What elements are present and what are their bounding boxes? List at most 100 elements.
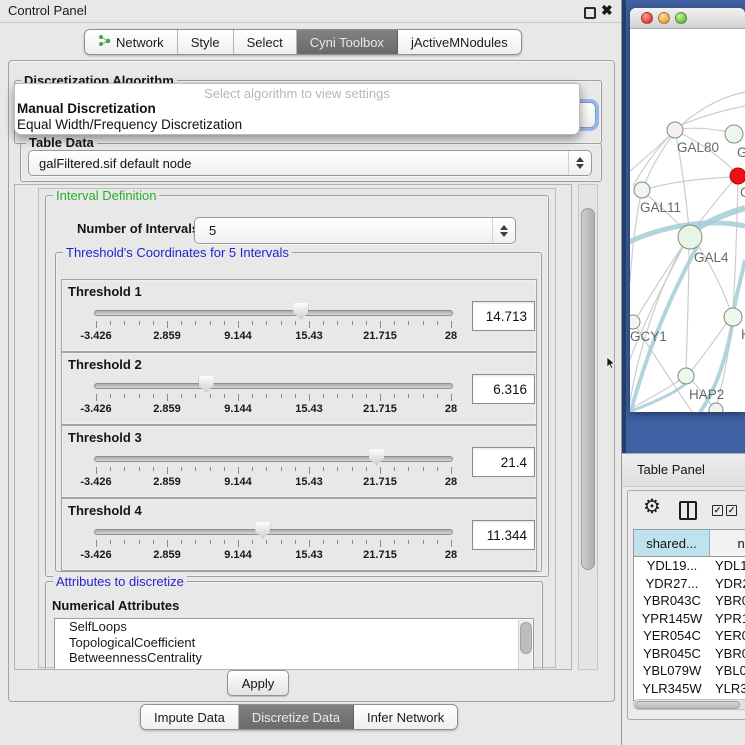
attributes-scrollbar[interactable]: [518, 620, 532, 670]
control-panel-titlebar: Control Panel ✖: [0, 0, 621, 23]
network-node-gal11[interactable]: [634, 182, 650, 198]
tick-mark: [195, 540, 196, 544]
tick-mark: [224, 467, 225, 471]
tick-mark: [295, 467, 296, 471]
threshold-value-field[interactable]: 6.316: [472, 374, 535, 404]
network-node[interactable]: [709, 403, 723, 412]
tick-mark: [366, 467, 367, 471]
network-canvas[interactable]: GAL80GAGGAL11GAL4GCY1HHAP2: [630, 28, 745, 412]
mac-close-icon[interactable]: [641, 12, 653, 24]
slider-thumb[interactable]: [293, 303, 308, 320]
network-node-gal4[interactable]: [678, 225, 702, 249]
table-row[interactable]: YER054CYER0: [634, 627, 745, 645]
tab-cyni-toolbox[interactable]: Cyni Toolbox: [297, 30, 398, 54]
table-row[interactable]: YPR145WYPR1: [634, 610, 745, 628]
slider-track[interactable]: [94, 529, 453, 535]
tab-style[interactable]: Style: [178, 30, 234, 54]
scrollbar-thumb[interactable]: [581, 208, 595, 570]
table-row[interactable]: YDR27...YDR2: [634, 575, 745, 593]
tick-mark: [210, 467, 211, 471]
table-row[interactable]: YBR043CYBR0: [634, 592, 745, 610]
table-horizontal-scrollbar[interactable]: [633, 699, 745, 710]
algorithm-dropdown-popup: Select algorithm to view settings Manual…: [14, 83, 580, 135]
threshold-value-field[interactable]: 14.713: [472, 301, 535, 331]
network-node-hap2[interactable]: [678, 368, 694, 384]
column-header-shared-name[interactable]: shared...: [634, 530, 710, 556]
list-item[interactable]: SelfLoops: [55, 619, 533, 635]
tick-mark: [238, 394, 239, 401]
network-edge[interactable]: [630, 136, 669, 172]
network-edge[interactable]: [630, 242, 686, 362]
tick-label: 9.144: [224, 403, 252, 415]
table-row[interactable]: YBR045CYBR0: [634, 645, 745, 663]
gear-icon[interactable]: ⚙: [643, 497, 661, 517]
slider-track[interactable]: [94, 456, 453, 462]
combo-stepper-icon[interactable]: [492, 218, 515, 243]
list-item[interactable]: TopologicalCoefficient: [55, 635, 533, 651]
mac-minimize-icon[interactable]: [658, 12, 670, 24]
column-header-name[interactable]: na: [710, 530, 745, 556]
tick-mark: [437, 394, 438, 398]
settings-scrollbar[interactable]: [578, 184, 598, 670]
threshold-value-field[interactable]: 21.4: [472, 447, 535, 477]
slider-thumb[interactable]: [255, 522, 270, 539]
node-attribute-table[interactable]: shared... na YDL19...YDL1YDR27...YDR2YBR…: [633, 529, 745, 701]
tab-infer-network[interactable]: Infer Network: [354, 705, 457, 729]
number-of-intervals-combobox[interactable]: 5: [194, 217, 516, 244]
network-edge[interactable]: [644, 133, 674, 186]
slider-track[interactable]: [94, 310, 453, 316]
cell-shared-name: YPR145W: [634, 610, 710, 628]
close-icon[interactable]: ✖: [601, 2, 613, 19]
attributes-listbox[interactable]: SelfLoopsTopologicalCoefficientBetweenne…: [54, 618, 534, 670]
tab-discretize-data[interactable]: Discretize Data: [239, 705, 354, 729]
tick-mark: [394, 540, 395, 544]
slider-track[interactable]: [94, 383, 453, 389]
bottom-tab-bar: Impute Data Discretize Data Infer Networ…: [140, 704, 458, 730]
cell-shared-name: YDR27...: [634, 575, 710, 593]
tick-mark: [238, 467, 239, 474]
network-edge[interactable]: [646, 177, 733, 189]
network-node-h[interactable]: [724, 308, 742, 326]
tick-mark: [195, 467, 196, 471]
tick-mark: [252, 394, 253, 398]
slider-thumb[interactable]: [199, 376, 214, 393]
popup-option-equal-width-frequency[interactable]: Equal Width/Frequency Discretization: [17, 117, 575, 133]
network-edge[interactable]: [679, 128, 729, 132]
checkbox-icon[interactable]: ✓: [726, 505, 737, 516]
network-node-g[interactable]: [730, 168, 745, 184]
table-row[interactable]: YDL19...YDL1: [634, 557, 745, 575]
network-icon: [98, 34, 111, 50]
tick-mark: [380, 540, 381, 547]
combo-stepper-icon[interactable]: [568, 151, 591, 175]
split-columns-icon[interactable]: [679, 501, 697, 520]
network-window-titlebar[interactable]: [630, 8, 745, 29]
checkbox-icon[interactable]: ✓: [712, 505, 723, 516]
apply-button[interactable]: Apply: [227, 670, 289, 696]
scrollbar-thumb[interactable]: [520, 622, 532, 654]
cell-name: YBL0: [710, 662, 745, 680]
scrollbar-thumb[interactable]: [635, 701, 740, 709]
tick-label: 15.43: [295, 476, 323, 488]
cell-name: YBR0: [710, 592, 745, 610]
mac-zoom-icon[interactable]: [675, 12, 687, 24]
tick-mark: [124, 321, 125, 325]
network-node-gcy1[interactable]: [630, 315, 640, 329]
cell-shared-name: YLR345W: [634, 680, 710, 698]
network-node-gal80[interactable]: [667, 122, 683, 138]
float-window-icon[interactable]: [584, 7, 596, 19]
list-item[interactable]: BetweennessCentrality: [55, 650, 533, 666]
popup-option-manual-discretization[interactable]: Manual Discretization: [17, 101, 575, 117]
tab-jactivemnodules[interactable]: jActiveMNodules: [398, 30, 521, 54]
threshold-value-field[interactable]: 11.344: [472, 520, 535, 550]
tab-network[interactable]: Network: [85, 30, 178, 54]
network-node-ga[interactable]: [725, 125, 743, 143]
cell-shared-name: YBR045C: [634, 645, 710, 663]
table-row[interactable]: YBL079WYBL0: [634, 662, 745, 680]
tick-mark: [110, 321, 111, 325]
tab-select[interactable]: Select: [234, 30, 297, 54]
table-data-combobox[interactable]: galFiltered.sif default node: [28, 150, 592, 176]
cell-name: YER0: [710, 627, 745, 645]
tab-impute-data[interactable]: Impute Data: [141, 705, 239, 729]
table-row[interactable]: YLR345WYLR3: [634, 680, 745, 698]
slider-thumb[interactable]: [369, 449, 384, 466]
